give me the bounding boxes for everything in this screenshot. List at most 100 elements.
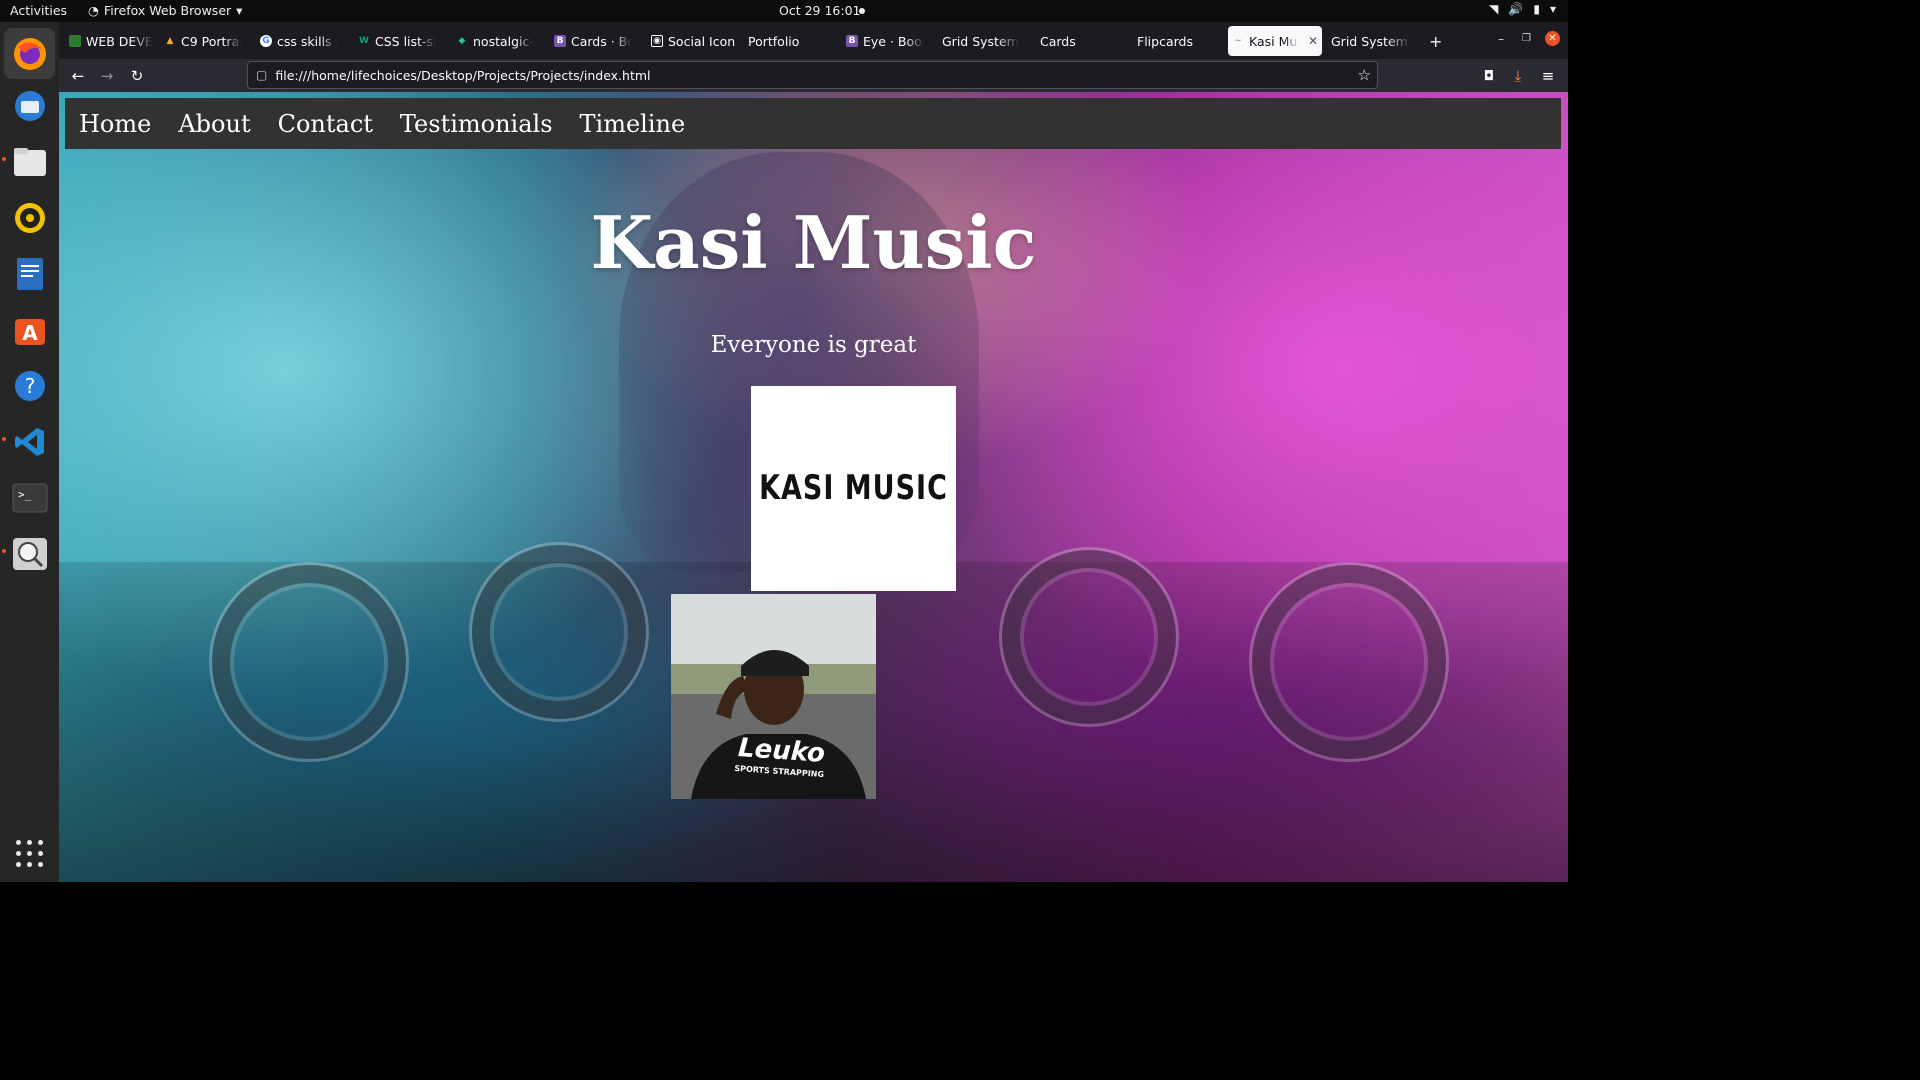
nav-link-timeline[interactable]: Timeline — [580, 110, 686, 138]
tab-favicon-icon: B — [554, 35, 566, 47]
svg-text:?: ? — [24, 374, 35, 398]
nav-link-testimonials[interactable]: Testimonials — [400, 110, 553, 138]
browser-tab[interactable]: ◆ nostalgic-ja — [452, 26, 538, 56]
tab-favicon-icon: ◆ — [458, 36, 466, 46]
new-tab-button[interactable]: + — [1425, 26, 1447, 56]
firefox-dock-icon[interactable] — [4, 28, 55, 79]
running-indicator — [2, 549, 6, 553]
browser-tab[interactable]: Grid System p — [938, 26, 1024, 56]
tab-favicon-icon: ◉ — [651, 35, 663, 47]
nav-link-about[interactable]: About — [178, 110, 250, 138]
system-top-bar: Activities ◔ Firefox Web Browser ▾ Oct 2… — [0, 0, 1568, 22]
running-indicator — [2, 437, 6, 441]
svg-text:A: A — [22, 321, 38, 345]
rhythmbox-dock-icon[interactable] — [8, 196, 51, 239]
browser-tab[interactable]: B Eye · Boots — [842, 26, 928, 56]
app-menu-label: Firefox Web Browser — [103, 3, 232, 18]
tab-favicon-icon: B — [846, 35, 858, 47]
nav-link-home[interactable]: Home — [79, 110, 151, 138]
browser-tab[interactable]: B Cards · Boo — [550, 26, 636, 56]
logo-text: KASI MUSIC — [759, 469, 948, 508]
kasi-music-logo: KASI MUSIC — [751, 386, 956, 591]
artist-portrait-icon: Leuko SPORTS STRAPPING — [671, 594, 876, 799]
thunderbird-dock-icon[interactable] — [8, 84, 51, 127]
browser-tab[interactable]: W CSS list-styl — [354, 26, 440, 56]
browser-tab[interactable]: Grid System p — [1327, 26, 1415, 56]
download-icon[interactable]: ⤓ — [1507, 65, 1529, 87]
shirt-brand: Leuko — [737, 733, 826, 769]
vscode-dock-icon[interactable] — [8, 420, 51, 463]
url-text[interactable]: file:///home/lifechoices/Desktop/Project… — [275, 68, 650, 83]
help-dock-icon[interactable]: ? — [8, 364, 51, 407]
browser-tab[interactable]: ▲ C9 Portrait — [160, 26, 246, 56]
browser-tab[interactable]: Portfolio — [744, 26, 834, 56]
hero-subtitle: Everyone is great — [710, 332, 917, 358]
browser-toolbar: ← → ↻ ▢ file:///home/lifechoices/Desktop… — [59, 59, 1568, 92]
artist-photo: Leuko SPORTS STRAPPING — [671, 594, 876, 799]
tab-label: Social Icons — [668, 33, 735, 49]
firefox-small-icon: ◔ — [88, 3, 99, 18]
close-window-icon[interactable]: ✕ — [1545, 31, 1560, 46]
tab-favicon-icon — [69, 35, 81, 47]
wifi-icon: ◥ — [1489, 2, 1499, 16]
tab-label: Eye · Boots — [863, 33, 924, 49]
reload-icon[interactable]: ↻ — [126, 65, 148, 87]
chevron-down-icon: ▾ — [1549, 2, 1556, 16]
browser-tab[interactable]: ◉ Social Icons — [647, 26, 735, 56]
dock: A ? >_ — [0, 22, 59, 882]
chevron-down-icon: ▾ — [236, 3, 243, 18]
tab-label: CSS list-styl — [375, 33, 436, 49]
terminal-dock-icon[interactable]: >_ — [8, 476, 51, 519]
tab-label: Kasi Musi — [1249, 33, 1299, 49]
minimize-icon[interactable]: – — [1498, 32, 1504, 46]
tab-favicon-icon: ▲ — [166, 36, 174, 46]
turntable-right-outer — [1249, 562, 1449, 762]
tab-favicon-icon: G — [260, 35, 272, 47]
tab-label: css skills se — [277, 33, 338, 49]
tab-label: C9 Portrait — [181, 33, 242, 49]
show-applications-icon[interactable] — [16, 840, 44, 868]
tab-label: Flipcards — [1137, 33, 1193, 49]
hero-title: Kasi Music — [590, 200, 1037, 285]
bookmark-star-icon[interactable]: ☆ — [1358, 66, 1371, 84]
forward-arrow-icon[interactable]: → — [96, 65, 118, 87]
close-tab-icon[interactable]: ✕ — [1308, 34, 1318, 48]
running-indicator — [2, 157, 6, 161]
notification-dot — [859, 8, 865, 14]
volume-icon: 🔊 — [1508, 2, 1524, 16]
svg-text:>_: >_ — [18, 488, 32, 501]
tab-label: Grid System p — [942, 33, 1020, 49]
maximize-icon[interactable]: ❐ — [1522, 33, 1531, 44]
tab-label: Grid System p — [1331, 33, 1411, 49]
system-tray[interactable]: ◥ 🔊 ▮ ▾ — [1489, 2, 1556, 16]
browser-tab[interactable]: WEB DEVEL — [65, 26, 157, 56]
tab-favicon-icon: ~ — [1234, 36, 1242, 46]
activities-button[interactable]: Activities — [10, 3, 67, 18]
turntable-left-outer — [209, 562, 409, 762]
browser-tab[interactable]: G css skills se — [256, 26, 342, 56]
browser-tab-strip: WEB DEVEL ▲ C9 Portrait G css skills se … — [59, 22, 1568, 59]
battery-icon: ▮ — [1533, 2, 1540, 16]
address-bar[interactable]: ▢ file:///home/lifechoices/Desktop/Proje… — [247, 61, 1378, 89]
tab-label: Cards — [1040, 33, 1076, 49]
software-center-dock-icon[interactable]: A — [8, 308, 51, 351]
tab-label: WEB DEVEL — [86, 33, 153, 49]
tab-label: nostalgic-ja — [473, 33, 534, 49]
app-menu[interactable]: ◔ Firefox Web Browser ▾ — [88, 3, 242, 18]
page-viewport: Home About Contact Testimonials Timeline… — [59, 92, 1568, 882]
browser-tab[interactable]: Flipcards — [1133, 26, 1223, 56]
back-arrow-icon[interactable]: ← — [67, 65, 89, 87]
magnifier-dock-icon[interactable] — [8, 532, 51, 575]
tab-favicon-icon: W — [359, 36, 369, 46]
turntable-left-inner — [469, 542, 649, 722]
writer-dock-icon[interactable] — [8, 252, 51, 295]
tab-label: Cards · Boo — [571, 33, 632, 49]
pocket-icon[interactable]: ◘ — [1478, 65, 1500, 87]
browser-tab[interactable]: Cards — [1036, 26, 1122, 56]
files-dock-icon[interactable] — [8, 140, 51, 183]
browser-tab-active[interactable]: ~ Kasi Musi ✕ — [1228, 26, 1322, 56]
nav-link-contact[interactable]: Contact — [278, 110, 373, 138]
hamburger-menu-icon[interactable]: ≡ — [1537, 65, 1559, 87]
page-icon: ▢ — [256, 68, 268, 82]
clock[interactable]: Oct 29 16:01 — [779, 3, 861, 18]
